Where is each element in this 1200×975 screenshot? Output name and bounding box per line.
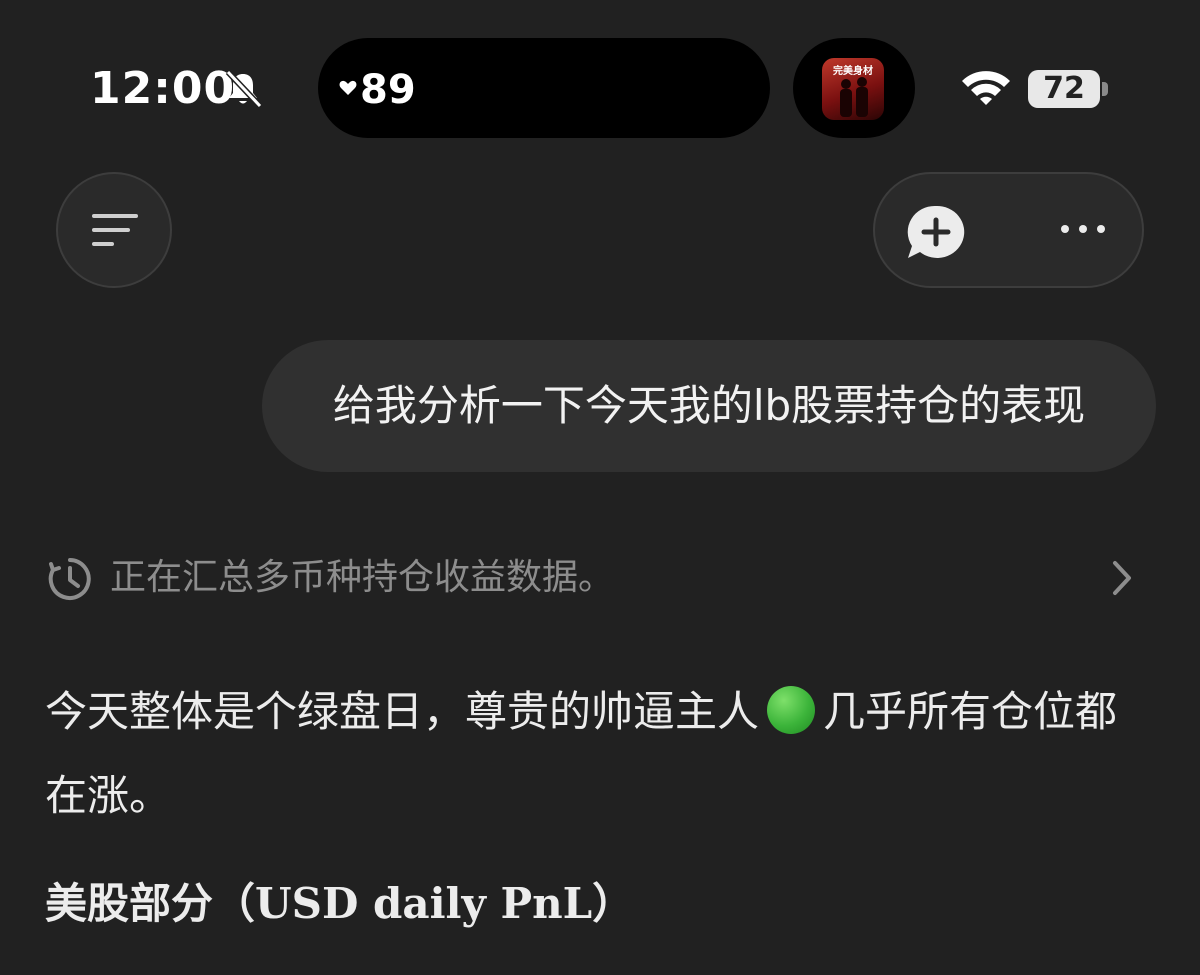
bell-slash-icon xyxy=(225,69,263,109)
chevron-right-icon[interactable] xyxy=(1108,558,1136,598)
section-title-en: （USD daily PnL） xyxy=(213,879,635,928)
user-message-text: 给我分析一下今天我的lb股票持仓的表现 xyxy=(332,381,1086,430)
album-thumbnail[interactable]: 完美身材 xyxy=(822,58,884,120)
section-title-cn: 美股部分 xyxy=(45,879,214,928)
menu-lines-icon xyxy=(92,214,138,246)
assistant-paragraph: 今天整体是个绿盘日，尊贵的帅逼主人 几乎所有仓位都在涨。 xyxy=(45,670,1155,838)
wifi-icon xyxy=(962,71,1010,105)
new-chat-plus-icon[interactable] xyxy=(906,204,966,260)
battery-level: 72 xyxy=(1043,71,1085,106)
heart-rate-value: 89 xyxy=(360,67,416,113)
battery-nub xyxy=(1102,82,1108,96)
heart-icon xyxy=(339,80,357,95)
green-circle-icon xyxy=(767,686,816,734)
clock-history-icon xyxy=(48,558,91,600)
reply-text-part1: 今天整体是个绿盘日，尊贵的帅逼主人 xyxy=(45,687,760,736)
section-heading: 美股部分（USD daily PnL） xyxy=(45,872,634,936)
status-time: 12:00 xyxy=(90,63,236,114)
silhouette-figures-icon xyxy=(840,77,868,117)
thinking-status[interactable]: 正在汇总多币种持仓收益数据。 xyxy=(110,552,614,604)
more-dots-icon[interactable] xyxy=(1058,220,1108,238)
